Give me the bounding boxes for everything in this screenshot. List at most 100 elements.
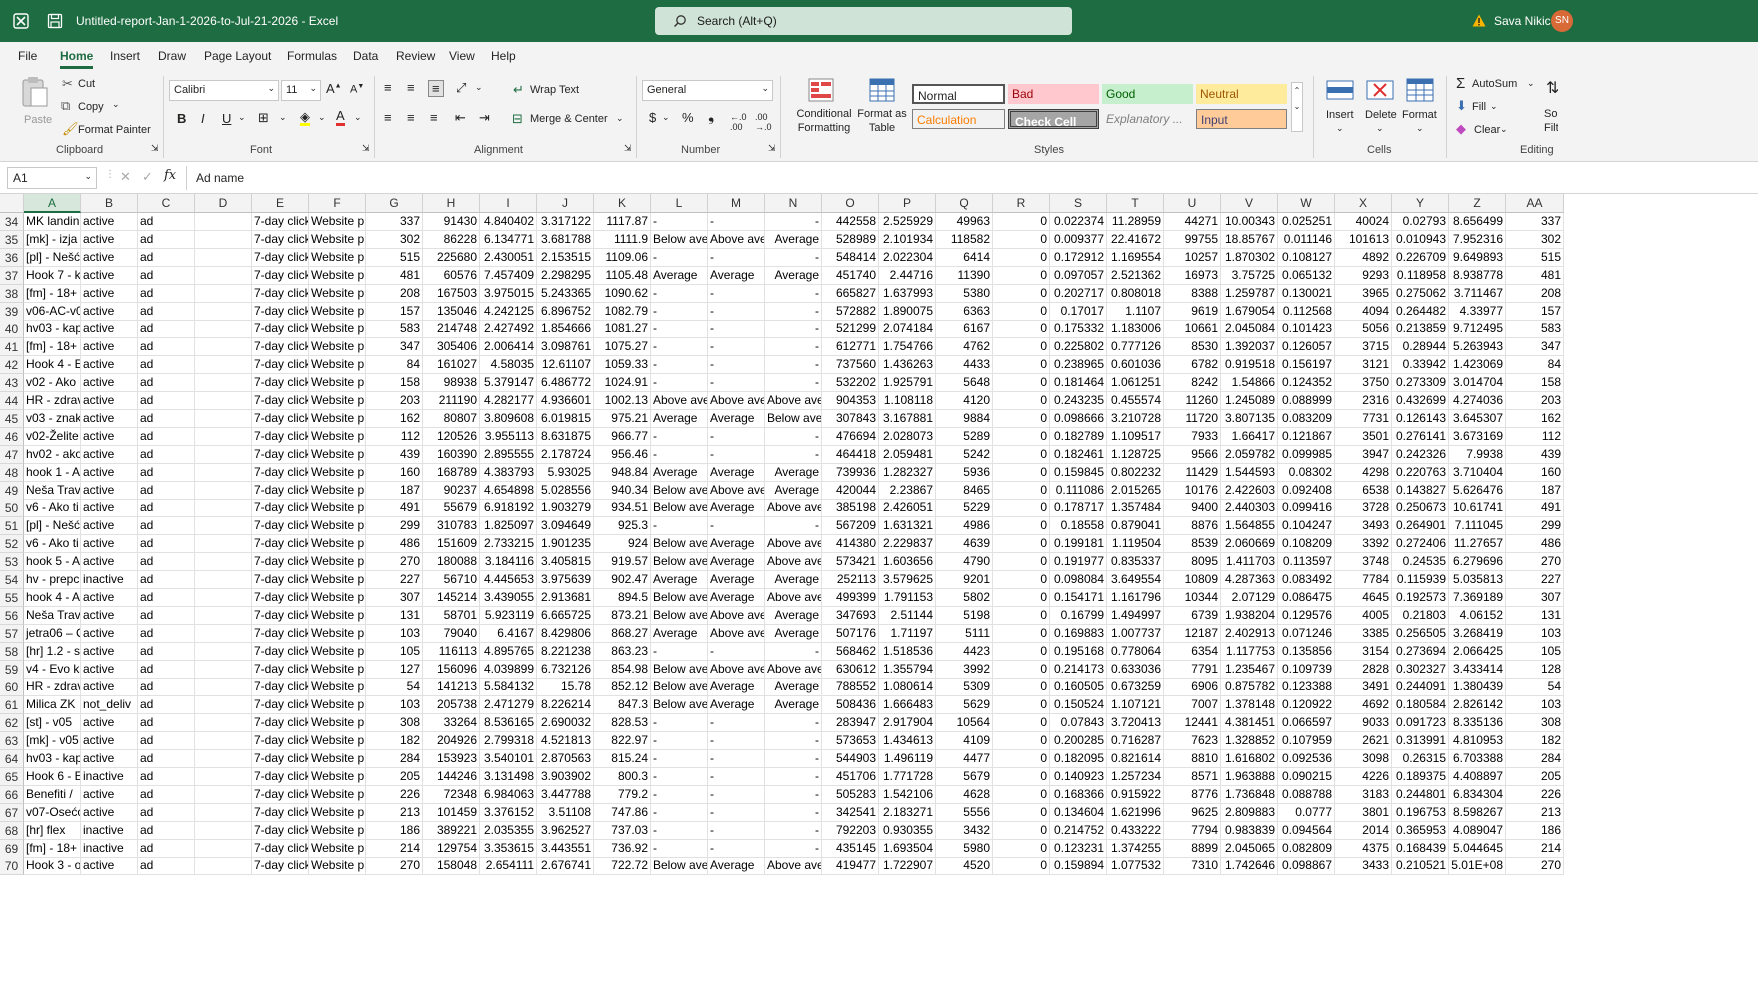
style-good[interactable]: Good (1102, 84, 1193, 104)
cell[interactable]: 7-day click (252, 839, 309, 858)
cell[interactable]: 7.9938 (1449, 445, 1506, 464)
cell[interactable]: 1.107121 (1107, 696, 1164, 715)
cell[interactable]: 5556 (936, 803, 993, 822)
cell[interactable]: 5198 (936, 606, 993, 625)
cell[interactable]: ad (138, 427, 195, 446)
cell[interactable]: 0.250673 (1392, 499, 1449, 518)
cell[interactable]: Website p (309, 374, 366, 393)
cell[interactable]: 0.097057 (1050, 266, 1107, 285)
cell[interactable]: 4790 (936, 553, 993, 572)
tab-home[interactable]: Home (60, 49, 94, 69)
cell[interactable]: 101613 (1335, 230, 1392, 249)
cell[interactable]: 156096 (423, 660, 480, 679)
cell[interactable]: 8.938778 (1449, 266, 1506, 285)
cell[interactable]: active (81, 785, 138, 804)
cell[interactable]: 1.077532 (1107, 857, 1164, 876)
cell[interactable]: Benefiti / (24, 785, 81, 804)
underline-icon[interactable]: U (222, 111, 231, 126)
cell[interactable]: hv03 - kap (24, 750, 81, 768)
cell[interactable]: 3.443551 (537, 839, 594, 858)
enter-icon[interactable]: ✓ (142, 169, 153, 185)
cell[interactable]: 0.182461 (1050, 445, 1107, 464)
column-header[interactable]: J (537, 194, 594, 213)
cell[interactable] (195, 588, 252, 607)
cell[interactable]: 5.584132 (480, 678, 537, 697)
cell[interactable]: Below ave (651, 606, 708, 625)
cell[interactable]: - (651, 732, 708, 751)
cell[interactable]: [fm] - 18+ (24, 839, 81, 858)
cell[interactable]: ad (138, 785, 195, 804)
cell[interactable]: 389221 (423, 821, 480, 840)
cell[interactable]: - (651, 427, 708, 446)
cell[interactable]: Below ave (651, 481, 708, 500)
select-all-corner[interactable] (0, 194, 24, 213)
cell[interactable]: 1.603656 (879, 553, 936, 572)
cell[interactable]: 0.115939 (1392, 571, 1449, 589)
cell[interactable]: 863.23 (594, 642, 651, 661)
cell[interactable]: - (708, 839, 765, 858)
cell[interactable]: - (765, 839, 822, 858)
cell[interactable]: - (765, 445, 822, 464)
cell[interactable]: ad (138, 266, 195, 285)
cell[interactable]: 347693 (822, 606, 879, 625)
cell[interactable]: 779.2 (594, 785, 651, 804)
cell[interactable]: 1.754766 (879, 338, 936, 357)
cell[interactable]: 3.540101 (480, 750, 537, 768)
cell[interactable]: 0.098084 (1050, 571, 1107, 589)
cell[interactable]: ad (138, 535, 195, 554)
cell[interactable]: 1090.62 (594, 284, 651, 303)
cell[interactable]: 0.244801 (1392, 785, 1449, 804)
cell[interactable]: 481 (1506, 266, 1564, 285)
cell[interactable]: 2.913681 (537, 588, 594, 607)
cell[interactable]: 3.962527 (537, 821, 594, 840)
cell[interactable]: 1109.06 (594, 248, 651, 267)
cell[interactable]: 160390 (423, 445, 480, 464)
row-header[interactable]: 66 (0, 785, 24, 804)
cell[interactable]: 3.649554 (1107, 571, 1164, 589)
cell[interactable]: - (765, 302, 822, 321)
cell[interactable] (195, 821, 252, 840)
cell[interactable]: 0.098867 (1278, 857, 1335, 876)
cell[interactable]: 103 (366, 696, 423, 715)
cell[interactable]: 3965 (1335, 284, 1392, 303)
cell[interactable]: Average (708, 588, 765, 607)
cell[interactable]: 0.086475 (1278, 588, 1335, 607)
cell[interactable]: 4433 (936, 356, 993, 375)
cell[interactable]: 40024 (1335, 213, 1392, 231)
cell[interactable]: 0.130021 (1278, 284, 1335, 303)
cell[interactable]: 3.167881 (879, 409, 936, 428)
cell[interactable]: 6363 (936, 302, 993, 321)
cell[interactable]: 1.693504 (879, 839, 936, 858)
cell[interactable]: 3.184116 (480, 553, 537, 572)
cell[interactable]: 3.439055 (480, 588, 537, 607)
column-header[interactable]: B (81, 194, 138, 213)
style-bad[interactable]: Bad (1008, 84, 1099, 104)
cell[interactable]: 0 (993, 427, 1050, 446)
cell[interactable]: 1059.33 (594, 356, 651, 375)
cell[interactable]: 8.221238 (537, 642, 594, 661)
column-header[interactable]: W (1278, 194, 1335, 213)
cell[interactable]: 7-day click (252, 409, 309, 428)
cell[interactable]: 1.355794 (879, 660, 936, 679)
cell[interactable]: 7-day click (252, 803, 309, 822)
cell[interactable]: 0 (993, 409, 1050, 428)
cell[interactable]: 0 (993, 392, 1050, 410)
cell[interactable]: 10.61741 (1449, 499, 1506, 518)
cell[interactable]: 414380 (822, 535, 879, 554)
cell[interactable]: 544903 (822, 750, 879, 768)
cell[interactable]: 307 (1506, 588, 1564, 607)
cell[interactable]: Website p (309, 266, 366, 285)
cell[interactable]: 788552 (822, 678, 879, 697)
cell[interactable]: 3.268419 (1449, 624, 1506, 643)
cell[interactable]: 0.066597 (1278, 714, 1335, 733)
cell[interactable]: - (765, 803, 822, 822)
cell[interactable]: Hook 6 - E (24, 767, 81, 786)
cell[interactable]: ad (138, 624, 195, 643)
cell[interactable]: 4.274036 (1449, 392, 1506, 410)
column-header[interactable]: G (366, 194, 423, 213)
cell[interactable]: 168789 (423, 463, 480, 482)
cell[interactable]: 3.579625 (879, 571, 936, 589)
cell[interactable]: - (651, 445, 708, 464)
cell[interactable]: 270 (1506, 553, 1564, 572)
cell[interactable]: Above ave (708, 606, 765, 625)
